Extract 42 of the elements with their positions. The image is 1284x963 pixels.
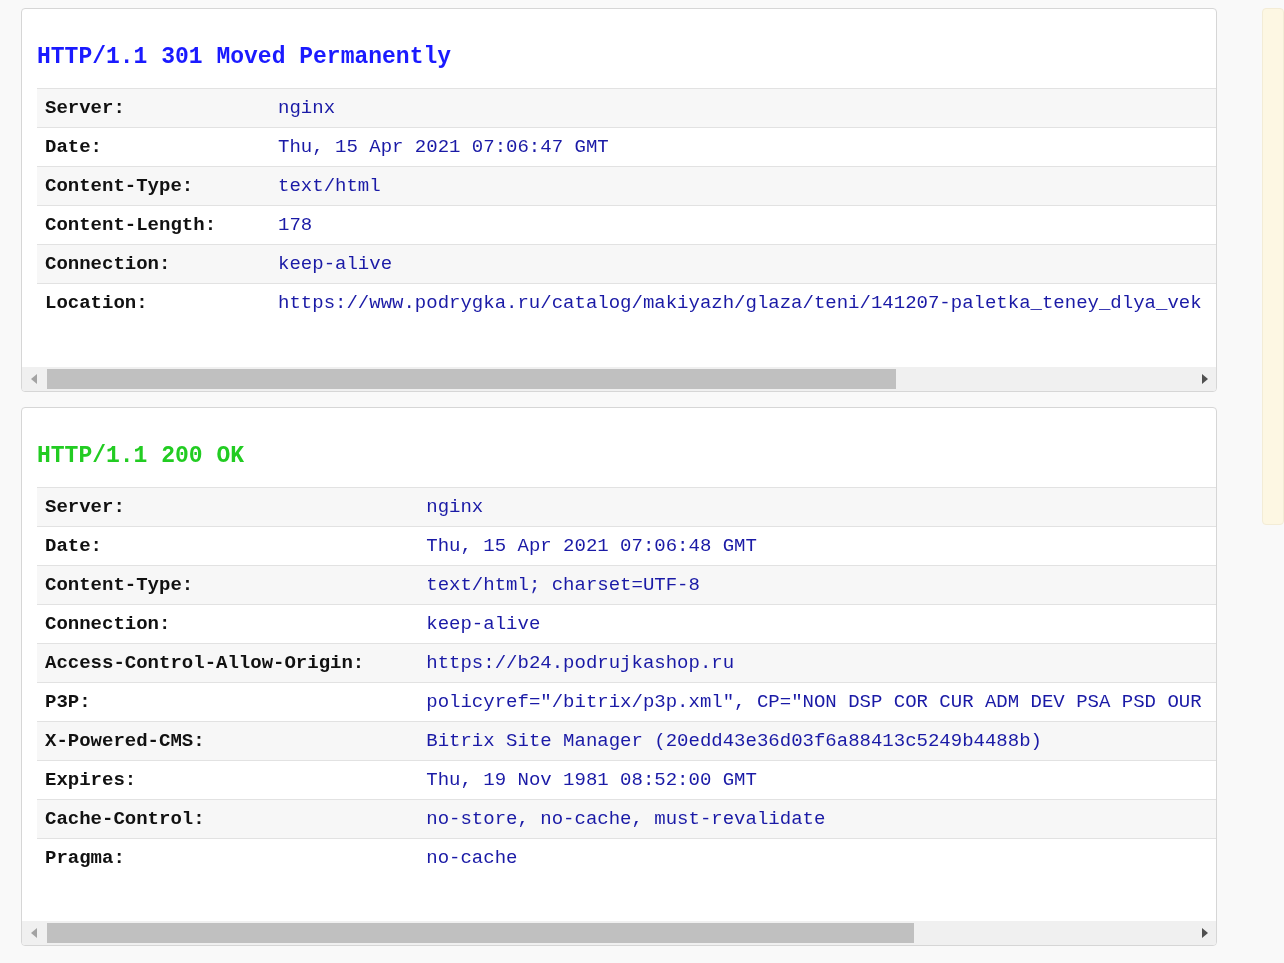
horizontal-scrollbar[interactable] [22,366,1217,391]
scroll-right-icon[interactable] [1202,928,1209,938]
scrollbar-thumb[interactable] [47,923,914,943]
header-value: text/html [278,166,1217,206]
scrollbar-thumb[interactable] [47,368,896,389]
scroll-left-icon[interactable] [31,373,37,384]
status-line: HTTP/1.1 301 Moved Permanently [37,43,453,72]
header-name: Location: [37,283,279,323]
scroll-left-icon[interactable] [31,928,37,938]
header-name: Connection: [37,604,427,643]
header-value: Thu, 19 Nov 1981 08:52:00 GMT [426,760,1217,799]
header-value: Bitrix Site Manager (20edd43e36d03f6a88413c5249b4488b) [426,721,1217,760]
header-name: Date: [37,526,427,565]
header-name: Content-Type: [37,565,427,604]
scroll-right-icon[interactable] [1202,373,1209,384]
header-value: no-cache [426,838,1217,877]
horizontal-scrollbar[interactable] [22,921,1217,945]
header-name: X-Powered-CMS: [37,721,427,760]
header-name: Access-Control-Allow-Origin: [37,643,427,682]
header-value: Thu, 15 Apr 2021 07:06:47 GMT [278,127,1217,167]
header-value: nginx [426,487,1217,526]
header-value: no-store, no-cache, must-revalidate [426,799,1217,838]
header-name: Content-Type: [37,166,279,206]
header-name: Pragma: [37,838,427,877]
header-value: keep-alive [426,604,1217,643]
header-value: https://b24.podrujkashop.ru [426,643,1217,682]
status-line: HTTP/1.1 200 OK [37,441,246,471]
header-name: Cache-Control: [37,799,427,838]
header-name: Date: [37,127,279,167]
header-name: Server: [37,487,427,526]
header-value: text/html; charset=UTF-8 [426,565,1217,604]
header-name: Expires: [37,760,427,799]
header-name: P3P: [37,682,427,721]
header-value: https://www.podrygka.ru/catalog/makiyazh/glaza/teni/141207-paletka_teney_dlya_vek [278,283,1217,323]
header-value: policyref="/bitrix/p3p.xml", CP="NON DSP COR CUR ADM DEV PSA PSD OUR [426,682,1217,721]
header-value: nginx [278,88,1217,128]
header-value: 178 [278,205,1217,245]
header-name: Server: [37,88,279,128]
header-name: Connection: [37,244,279,284]
header-value: keep-alive [278,244,1217,284]
header-name: Content-Length: [37,205,279,245]
header-value: Thu, 15 Apr 2021 07:06:48 GMT [426,526,1217,565]
